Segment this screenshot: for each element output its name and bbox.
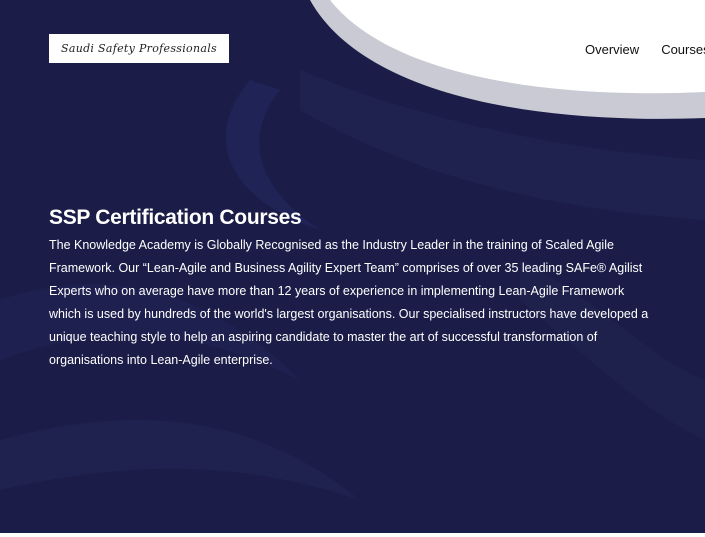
nav-link-overview[interactable]: Overview [585, 42, 639, 57]
bottom-strip [0, 533, 705, 537]
hero-section: Saudi Safety Professionals Overview Cour… [0, 0, 705, 533]
decorative-swirl [0, 420, 360, 500]
hero-description: The Knowledge Academy is Globally Recogn… [49, 238, 649, 367]
page: Saudi Safety Professionals Overview Cour… [0, 0, 705, 537]
nav-link-courses[interactable]: Courses [661, 42, 705, 57]
page-title: SSP Certification Courses [49, 206, 302, 229]
hero-content: SSP Certification Courses The Knowledge … [49, 205, 659, 372]
site-logo[interactable]: Saudi Safety Professionals [49, 34, 229, 63]
logo-text: Saudi Safety Professionals [61, 42, 217, 55]
main-navigation: Overview Courses [585, 42, 705, 57]
